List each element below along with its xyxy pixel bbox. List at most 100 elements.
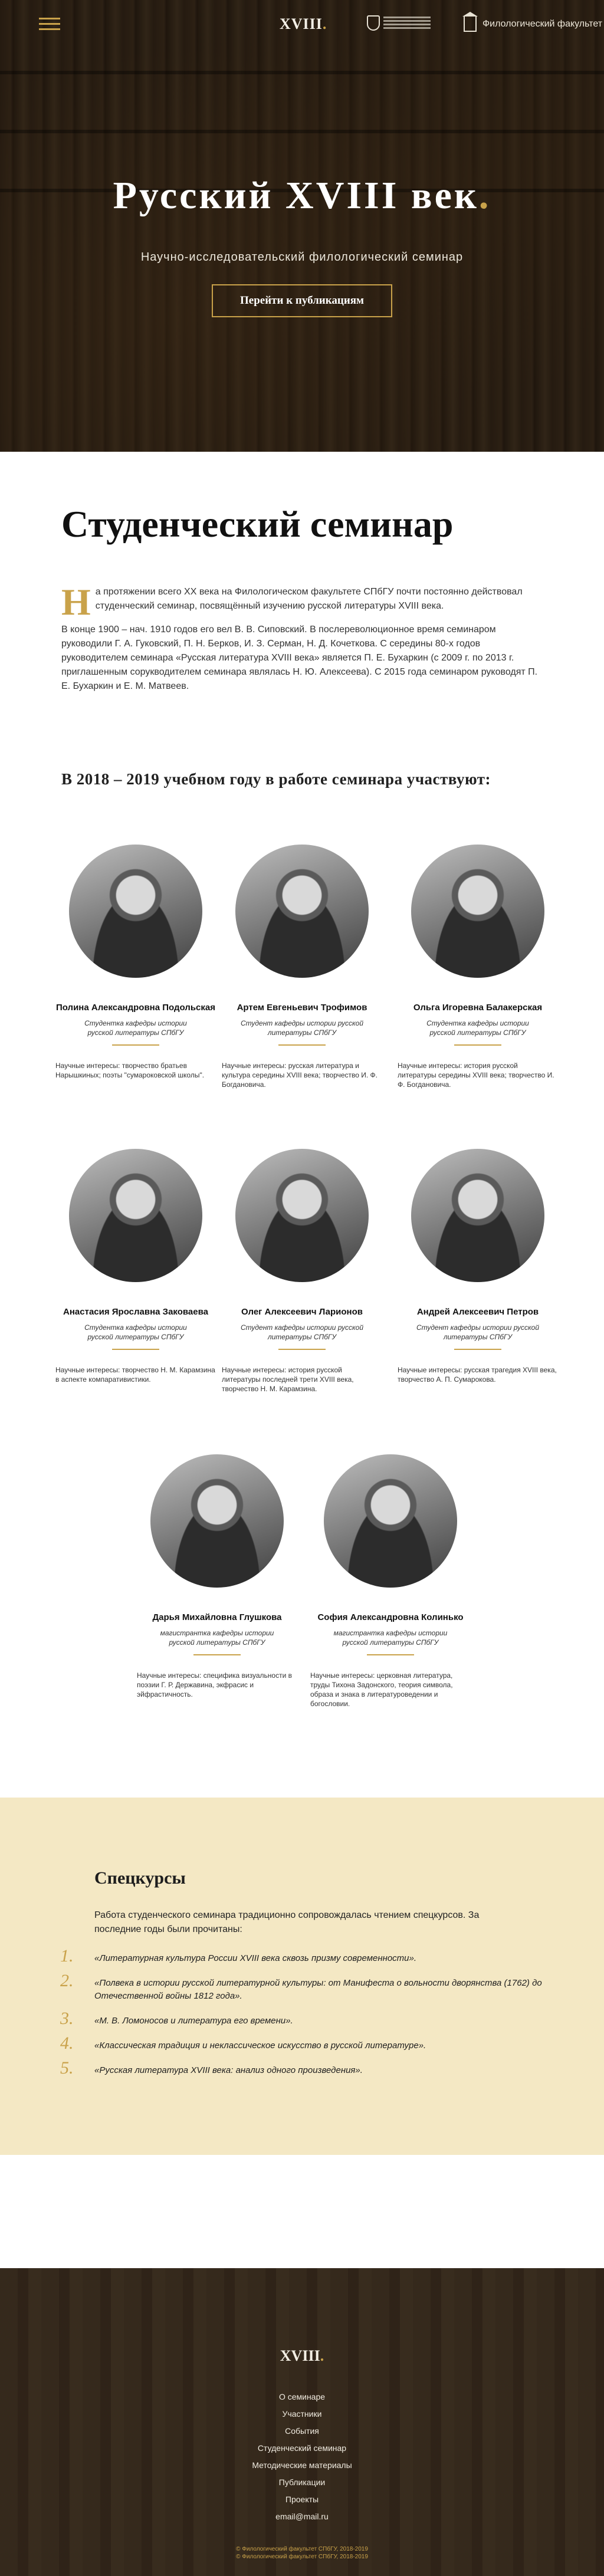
intro-text: На протяжении всего XX века на Филологич… (61, 581, 540, 694)
person-interests: Научные интересы: специфика визуальности… (137, 1671, 293, 1698)
course-number: 2. (60, 1971, 74, 1990)
copyright-line: © Филологический факультет СПбГУ, 2018-2… (236, 2554, 368, 2560)
course-number: 3. (60, 2009, 74, 2028)
person-photo (235, 845, 369, 978)
footer-link-email[interactable]: email@mail.ru (0, 2508, 604, 2525)
person-card[interactable]: Полина Александровна Подольская Студентк… (55, 845, 216, 1080)
person-name: Артем Евгеньевич Трофимов (237, 1003, 367, 1013)
course-title: «Русская литература XVIII века: анализ о… (94, 2065, 363, 2075)
person-card[interactable]: Анастасия Ярославна Заковаева Студентка … (55, 1149, 216, 1384)
crest-icon (367, 15, 380, 31)
person-role: магистрантка кафедры истории русской лит… (333, 1629, 448, 1647)
courses-section: Спецкурсы Работа студенческого семинара … (0, 1798, 604, 2155)
divider (193, 1654, 241, 1655)
person-card[interactable]: Андрей Алексеевич Петров Студент кафедры… (398, 1149, 558, 1384)
hero-subtitle: Научно-исследовательский филологический … (140, 251, 464, 264)
person-name: Полина Александровна Подольская (55, 1003, 216, 1013)
footer-logo-dot: . (320, 2347, 324, 2364)
footer-link-projects[interactable]: Проекты (0, 2491, 604, 2508)
course-title: «М. В. Ломоносов и литература его времен… (94, 2016, 293, 2026)
hero-title-dot: . (478, 174, 491, 217)
courses-list: 1. «Литературная культура России XVIII ве… (60, 1946, 544, 2089)
university-logo[interactable] (367, 14, 432, 33)
university-logo-lines (383, 17, 431, 18)
footer-link-events[interactable]: События (0, 2423, 604, 2440)
person-role: Студентка кафедры истории русской литера… (84, 1323, 187, 1341)
faculty-label: Филологический факультет (482, 19, 603, 29)
courses-heading: Спецкурсы (94, 1868, 186, 1888)
footer-logo-text: XVIII (280, 2347, 320, 2364)
site-logo-dot: . (322, 15, 327, 32)
course-title: «Классическая традиция и неклассическое … (94, 2041, 426, 2051)
hero-title: Русский XVIII век. (0, 173, 604, 218)
menu-icon[interactable] (39, 18, 60, 31)
course-number: 5. (60, 2058, 74, 2078)
course-item: 2. «Полвека в истории русской литературно… (60, 1971, 544, 2003)
copyright: © Филологический факультет СПбГУ, 2018-2… (0, 2545, 604, 2561)
hero-title-text: Русский XVIII век (113, 174, 479, 217)
person-role: Студент кафедры истории русской литерату… (240, 1323, 363, 1341)
person-card[interactable]: Ольга Игоревна Балакерская Студентка каф… (398, 845, 558, 1089)
intro-paragraph-1: а протяжении всего XX века на Филологиче… (95, 587, 523, 611)
courses-lead: Работа студенческого семинара традиционн… (94, 1910, 480, 1934)
person-interests: Научные интересы: русская трагедия XVIII… (398, 1366, 557, 1384)
intro-paragraph-2: В конце 1900 – нач. 1910 годов его вел В… (61, 625, 538, 691)
person-photo (69, 1149, 202, 1282)
person-photo (235, 1149, 369, 1282)
person-role: Студент кафедры истории русской литерату… (416, 1323, 539, 1341)
publications-button[interactable]: Перейти к публикациям (212, 284, 392, 317)
divider (112, 1044, 159, 1046)
footer-link-materials[interactable]: Методические материалы (0, 2457, 604, 2474)
footer-logo[interactable]: XVIII. (0, 2347, 604, 2365)
person-interests: Научные интересы: церковная литература, … (310, 1671, 453, 1708)
course-title: «Полвека в истории русской литературной … (94, 1978, 542, 2001)
building-icon (462, 12, 478, 32)
site-logo-text: XVIII (280, 15, 323, 32)
person-card[interactable]: София Александровна Колинько магистрантк… (310, 1454, 471, 1708)
person-card[interactable]: Дарья Михайловна Глушкова магистрантка к… (137, 1454, 297, 1699)
person-name: София Александровна Колинько (317, 1612, 464, 1622)
dropcap: Н (61, 581, 91, 623)
person-photo (411, 1149, 544, 1282)
divider (454, 1044, 501, 1046)
person-interests: Научные интересы: история русской литера… (398, 1062, 554, 1089)
hero-section: XVIII. Филологический факультет Русский … (0, 0, 604, 452)
person-photo (324, 1454, 457, 1588)
course-item: 5. «Русская литература XVIII века: анализ… (60, 2058, 544, 2078)
person-name: Андрей Алексеевич Петров (416, 1307, 539, 1317)
person-name: Анастасия Ярославна Заковаева (63, 1307, 208, 1317)
footer-link-participants[interactable]: Участники (0, 2406, 604, 2423)
person-interests: Научные интересы: история русской литера… (222, 1366, 354, 1393)
site-logo[interactable]: XVIII. (280, 15, 327, 33)
person-photo (150, 1454, 284, 1588)
footer-link-student-seminar[interactable]: Студенческий семинар (0, 2440, 604, 2457)
divider (112, 1349, 159, 1350)
course-title: «Литературная культура России XVIII века… (94, 1953, 417, 1963)
hero-shelf (0, 130, 604, 133)
person-card[interactable]: Артем Евгеньевич Трофимов Студент кафедр… (222, 845, 382, 1089)
person-role: Студентка кафедры истории русской литера… (426, 1019, 529, 1037)
course-item: 1. «Литературная культура России XVIII ве… (60, 1946, 544, 1966)
footer-link-about[interactable]: О семинаре (0, 2388, 604, 2406)
footer: XVIII. О семинаре Участники События Студ… (0, 2268, 604, 2576)
participants-heading: В 2018 – 2019 учебном году в работе семи… (61, 770, 491, 788)
faculty-link[interactable]: Филологический факультет (462, 12, 603, 32)
person-role: Студент кафедры истории русской литерату… (240, 1019, 363, 1037)
divider (367, 1654, 414, 1655)
top-bar: XVIII. Филологический факультет (0, 12, 604, 37)
person-photo (411, 845, 544, 978)
course-number: 1. (60, 1946, 74, 1966)
divider (454, 1349, 501, 1350)
divider (278, 1349, 326, 1350)
person-photo (69, 845, 202, 978)
hero-shelf (0, 71, 604, 74)
person-name: Олег Алексеевич Ларионов (241, 1307, 363, 1317)
person-interests: Научные интересы: русская литература и к… (222, 1062, 378, 1089)
person-card[interactable]: Олег Алексеевич Ларионов Студент кафедры… (222, 1149, 382, 1394)
course-number: 4. (60, 2033, 74, 2053)
person-interests: Научные интересы: творчество братьев Нар… (55, 1062, 205, 1079)
course-item: 3. «М. В. Ломоносов и литература его врем… (60, 2009, 544, 2028)
footer-link-publications[interactable]: Публикации (0, 2474, 604, 2491)
person-role: магистрантка кафедры истории русской лит… (160, 1629, 274, 1647)
person-name: Дарья Михайловна Глушкова (152, 1612, 282, 1622)
